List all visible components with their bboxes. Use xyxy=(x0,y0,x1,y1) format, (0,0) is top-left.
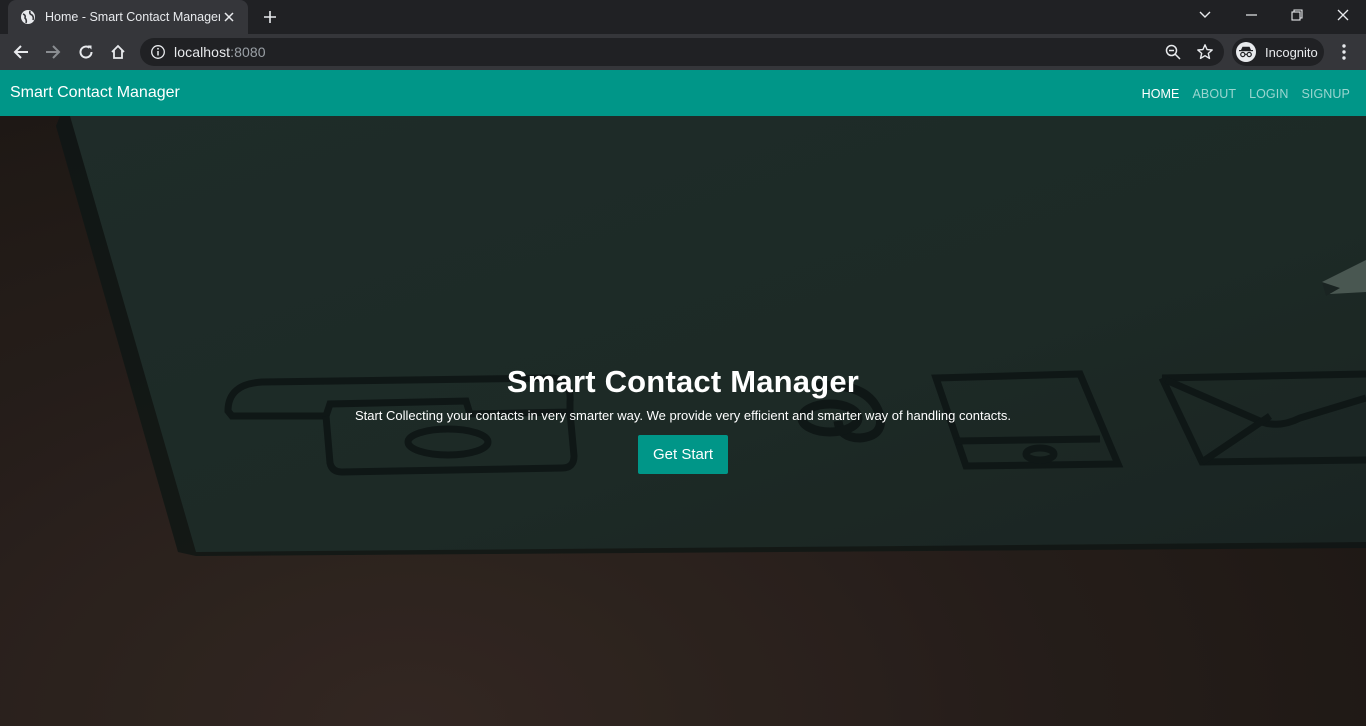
incognito-label: Incognito xyxy=(1265,44,1318,60)
browser-menu-button[interactable] xyxy=(1334,42,1354,62)
restore-button[interactable] xyxy=(1274,0,1320,30)
browser-tab-strip: Home - Smart Contact Manager xyxy=(0,0,1366,34)
tab-search-button[interactable] xyxy=(1182,0,1228,30)
nav-links: HOME ABOUT LOGIN SIGNUP xyxy=(1142,87,1350,101)
incognito-profile-button[interactable]: Incognito xyxy=(1232,38,1324,66)
back-button[interactable] xyxy=(8,39,34,65)
restore-icon xyxy=(1291,9,1303,21)
get-start-button[interactable]: Get Start xyxy=(638,435,728,474)
chevron-down-icon xyxy=(1199,11,1211,18)
hero-title: Smart Contact Manager xyxy=(506,364,860,399)
nav-link-signup[interactable]: SIGNUP xyxy=(1301,87,1350,101)
site-navbar: Smart Contact Manager HOME ABOUT LOGIN S… xyxy=(0,70,1366,116)
globe-icon xyxy=(20,9,36,25)
forward-arrow-icon xyxy=(46,45,61,59)
browser-toolbar: localhost:8080 Incognito xyxy=(0,34,1366,70)
home-icon xyxy=(111,44,125,59)
reload-icon xyxy=(79,45,93,59)
url-text: localhost:8080 xyxy=(174,44,266,60)
incognito-icon xyxy=(1236,42,1256,62)
window-close-button[interactable] xyxy=(1320,0,1366,30)
page-viewport: Smart Contact Manager HOME ABOUT LOGIN S… xyxy=(0,70,1366,726)
address-bar[interactable]: localhost:8080 xyxy=(140,38,1224,66)
bookmark-star-icon[interactable] xyxy=(1196,43,1214,61)
more-vertical-icon xyxy=(1342,44,1346,60)
minimize-icon xyxy=(1245,14,1257,16)
nav-link-home[interactable]: HOME xyxy=(1142,87,1180,101)
tab-title: Home - Smart Contact Manager xyxy=(45,10,220,24)
reload-button[interactable] xyxy=(73,39,99,65)
nav-link-about[interactable]: ABOUT xyxy=(1193,87,1237,101)
hero-subtitle: Start Collecting your contacts in very s… xyxy=(354,408,1012,423)
browser-tab[interactable]: Home - Smart Contact Manager xyxy=(8,0,248,34)
new-tab-button[interactable] xyxy=(258,6,282,28)
home-button[interactable] xyxy=(105,39,131,65)
close-window-icon xyxy=(1337,9,1349,21)
hero-content: Smart Contact Manager Start Collecting y… xyxy=(0,364,1366,474)
plus-icon xyxy=(264,11,276,23)
hero-section: Smart Contact Manager Start Collecting y… xyxy=(0,116,1366,726)
zoom-icon[interactable] xyxy=(1164,43,1182,61)
back-arrow-icon xyxy=(13,45,28,59)
close-icon[interactable] xyxy=(220,8,238,26)
forward-button[interactable] xyxy=(40,39,66,65)
site-brand[interactable]: Smart Contact Manager xyxy=(10,84,180,102)
info-icon[interactable] xyxy=(150,44,166,60)
minimize-button[interactable] xyxy=(1228,0,1274,30)
nav-link-login[interactable]: LOGIN xyxy=(1249,87,1288,101)
